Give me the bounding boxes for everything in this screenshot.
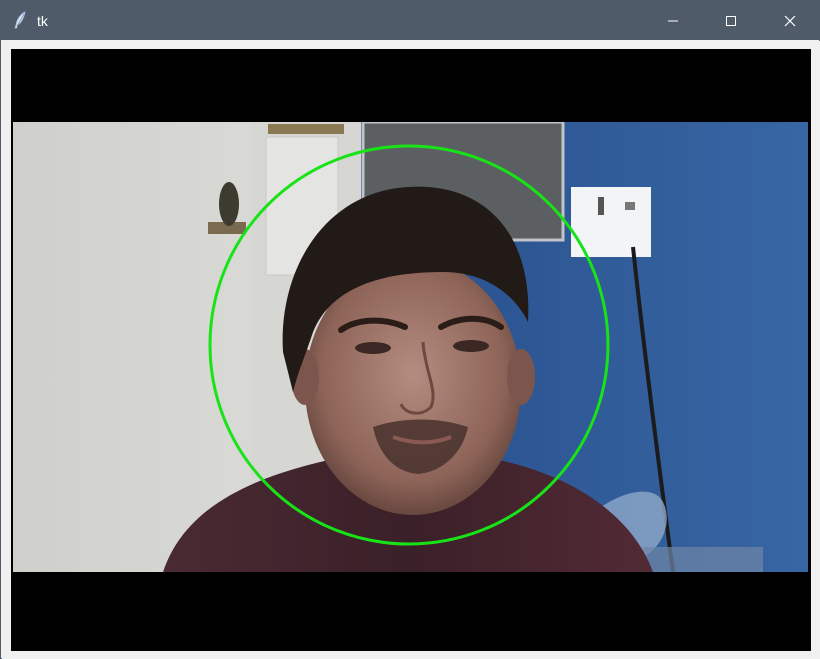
person-left-eye — [355, 342, 391, 354]
close-button[interactable] — [761, 1, 819, 40]
figurine — [219, 182, 239, 226]
switch — [598, 197, 604, 215]
maximize-icon — [725, 15, 737, 27]
desk-item — [643, 547, 763, 572]
window-client-area — [2, 41, 820, 659]
feather-icon — [12, 11, 28, 29]
video-canvas — [11, 49, 811, 651]
person-right-ear — [507, 349, 535, 405]
frame-top — [268, 124, 344, 134]
switch-socket — [625, 202, 635, 210]
maximize-button[interactable] — [702, 1, 760, 40]
close-icon — [784, 15, 796, 27]
person-right-eye — [453, 340, 489, 352]
webcam-frame — [13, 122, 808, 572]
minimize-icon — [667, 15, 679, 27]
minimize-button[interactable] — [644, 1, 702, 40]
app-window: tk — [0, 0, 820, 659]
window-title: tk — [37, 13, 48, 29]
title-bar[interactable]: tk — [1, 1, 819, 40]
